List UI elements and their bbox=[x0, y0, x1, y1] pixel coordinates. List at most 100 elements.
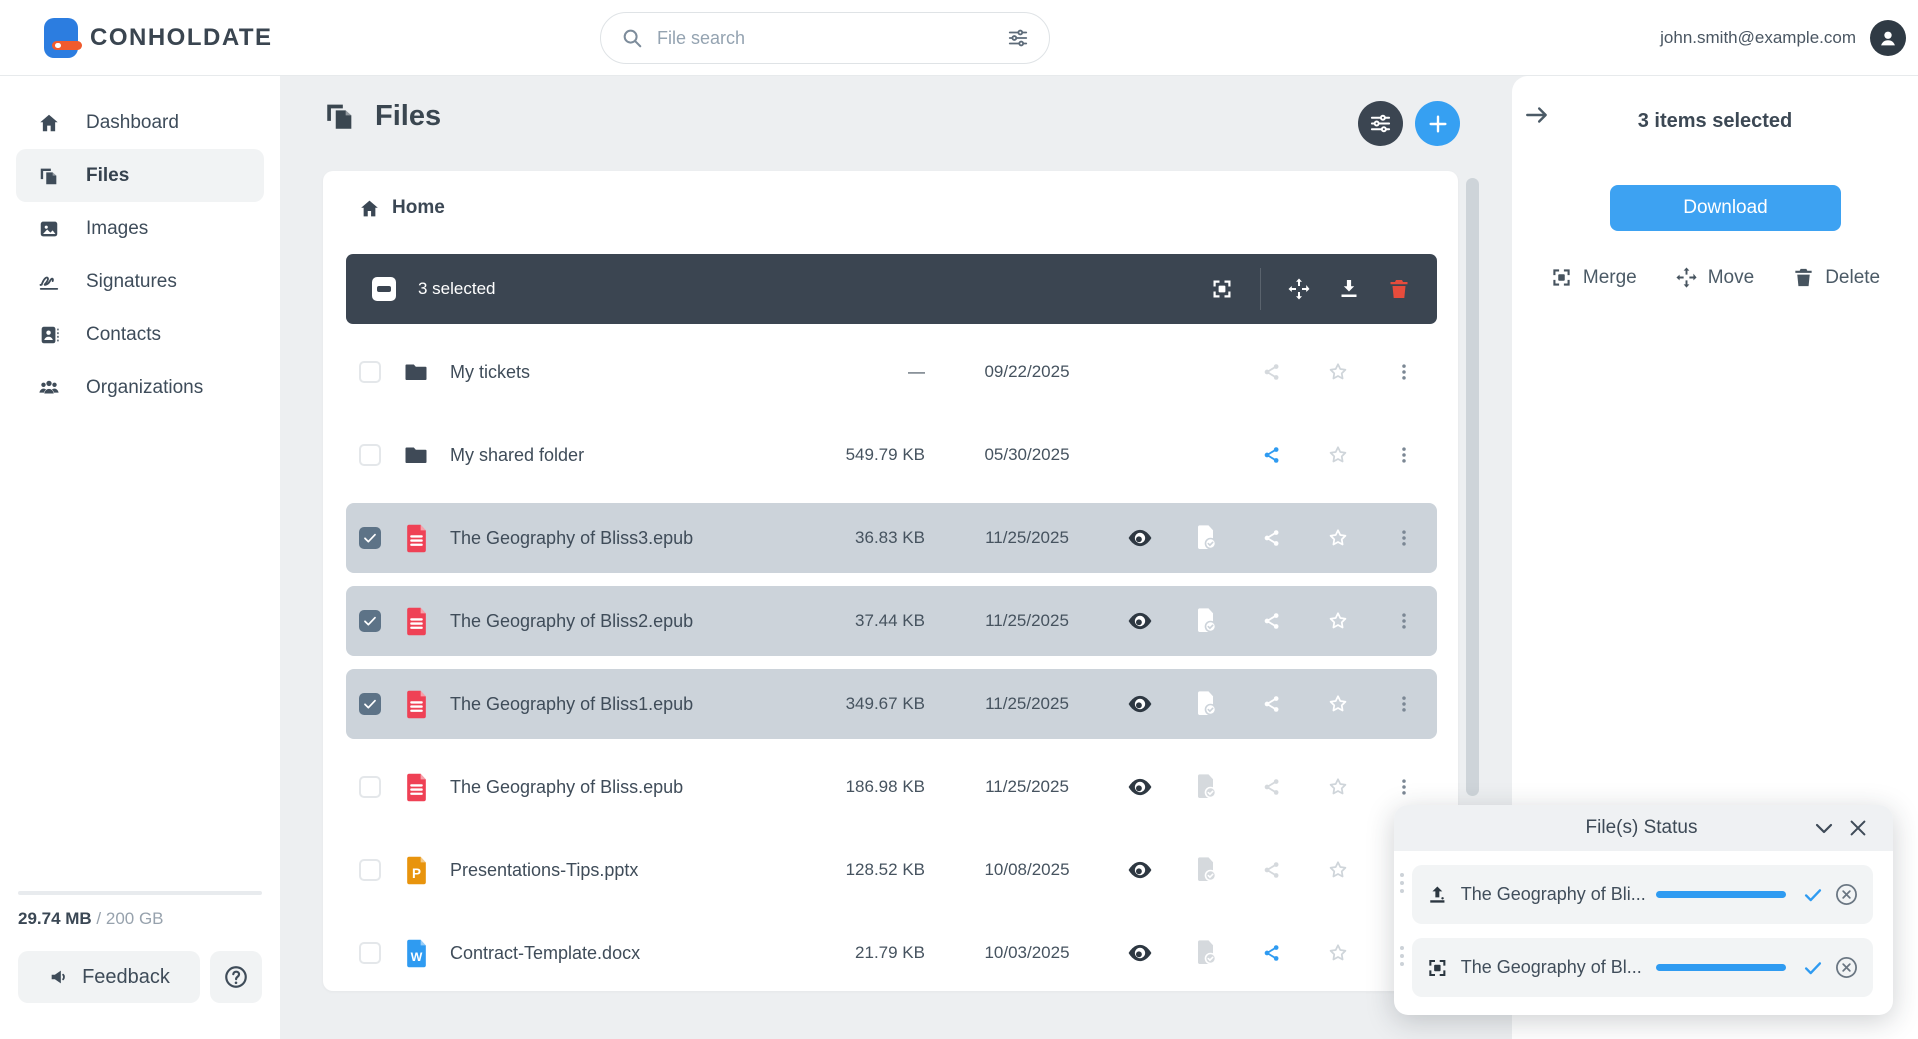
preview-button[interactable] bbox=[1107, 774, 1173, 800]
favorite-button[interactable] bbox=[1305, 361, 1371, 383]
file-name[interactable]: The Geography of Bliss1.epub bbox=[438, 694, 827, 715]
sidebar-item-signatures[interactable]: Signatures bbox=[0, 255, 280, 308]
drag-handle[interactable] bbox=[1400, 873, 1404, 877]
move-action[interactable]: Move bbox=[1675, 266, 1754, 289]
row-checkbox[interactable] bbox=[359, 776, 381, 798]
file-name[interactable]: The Geography of Bliss.epub bbox=[438, 777, 827, 798]
table-row[interactable]: Contract-Template.docx 21.79 KB 10/03/20… bbox=[346, 918, 1437, 988]
convert-button[interactable] bbox=[1173, 940, 1239, 966]
file-name[interactable]: My tickets bbox=[438, 362, 827, 383]
table-row[interactable]: My shared folder 549.79 KB 05/30/2025 bbox=[346, 420, 1437, 490]
file-name[interactable]: Presentations-Tips.pptx bbox=[438, 860, 827, 881]
brand-logo[interactable]: CONHOLDATE bbox=[44, 18, 273, 58]
preview-button[interactable] bbox=[1107, 608, 1173, 634]
file-size: 549.79 KB bbox=[827, 445, 947, 465]
list-scrollbar[interactable] bbox=[1466, 178, 1479, 796]
signature-icon bbox=[38, 271, 60, 293]
download-button[interactable]: Download bbox=[1610, 185, 1841, 231]
row-checkbox[interactable] bbox=[359, 361, 381, 383]
share-button[interactable] bbox=[1239, 694, 1305, 714]
share-button[interactable] bbox=[1239, 611, 1305, 631]
row-checkbox[interactable] bbox=[359, 527, 381, 549]
row-checkbox[interactable] bbox=[359, 859, 381, 881]
convert-button[interactable] bbox=[1173, 608, 1239, 634]
share-button[interactable] bbox=[1239, 528, 1305, 548]
table-row[interactable]: The Geography of Bliss.epub 186.98 KB 11… bbox=[346, 752, 1437, 822]
preview-button[interactable] bbox=[1107, 525, 1173, 551]
select-all-checkbox[interactable] bbox=[372, 277, 396, 301]
favorite-button[interactable] bbox=[1305, 610, 1371, 632]
breadcrumb-home[interactable]: Home bbox=[359, 197, 445, 219]
favorite-button[interactable] bbox=[1305, 444, 1371, 466]
favorite-button[interactable] bbox=[1305, 776, 1371, 798]
delete-action[interactable]: Delete bbox=[1792, 266, 1880, 289]
sidebar-item-organizations[interactable]: Organizations bbox=[0, 361, 280, 414]
row-menu-button[interactable] bbox=[1371, 445, 1437, 465]
favorite-button[interactable] bbox=[1305, 942, 1371, 964]
favorite-button[interactable] bbox=[1305, 693, 1371, 715]
row-menu-button[interactable] bbox=[1371, 528, 1437, 548]
merge-selected-button[interactable] bbox=[1210, 277, 1234, 301]
file-name[interactable]: The Geography of Bliss2.epub bbox=[438, 611, 827, 632]
megaphone-icon bbox=[48, 966, 70, 988]
share-button[interactable] bbox=[1239, 943, 1305, 963]
success-check-icon bbox=[1802, 884, 1824, 906]
dismiss-status-button[interactable] bbox=[1834, 882, 1859, 907]
search-filter-icon[interactable] bbox=[1007, 27, 1029, 49]
preview-button[interactable] bbox=[1107, 940, 1173, 966]
table-row[interactable]: My tickets — 09/22/2025 bbox=[346, 337, 1437, 407]
help-button[interactable] bbox=[210, 951, 262, 1003]
file-name[interactable]: My shared folder bbox=[438, 445, 827, 466]
preview-button[interactable] bbox=[1107, 691, 1173, 717]
favorite-button[interactable] bbox=[1305, 859, 1371, 881]
row-checkbox[interactable] bbox=[359, 693, 381, 715]
convert-button[interactable] bbox=[1173, 774, 1239, 800]
filter-button[interactable] bbox=[1358, 101, 1403, 146]
row-checkbox[interactable] bbox=[359, 610, 381, 632]
share-button[interactable] bbox=[1239, 777, 1305, 797]
sidebar-item-images[interactable]: Images bbox=[0, 202, 280, 255]
table-row[interactable]: Presentations-Tips.pptx 128.52 KB 10/08/… bbox=[346, 835, 1437, 905]
sidebar-item-contacts[interactable]: Contacts bbox=[0, 308, 280, 361]
share-button[interactable] bbox=[1239, 445, 1305, 465]
delete-selected-button[interactable] bbox=[1387, 277, 1411, 301]
favorite-button[interactable] bbox=[1305, 527, 1371, 549]
sidebar-item-dashboard[interactable]: Dashboard bbox=[0, 96, 280, 149]
row-checkbox[interactable] bbox=[359, 444, 381, 466]
popup-close-button[interactable] bbox=[1841, 811, 1875, 845]
add-button[interactable] bbox=[1415, 101, 1460, 146]
table-row[interactable]: The Geography of Bliss1.epub 349.67 KB 1… bbox=[346, 669, 1437, 739]
table-row[interactable]: The Geography of Bliss2.epub 37.44 KB 11… bbox=[346, 586, 1437, 656]
file-rows: My tickets — 09/22/2025 My shared folder… bbox=[346, 337, 1437, 991]
collapse-panel-button[interactable] bbox=[1524, 102, 1550, 128]
convert-button[interactable] bbox=[1173, 857, 1239, 883]
table-row[interactable]: The Geography of Bliss3.epub 36.83 KB 11… bbox=[346, 503, 1437, 573]
move-selected-button[interactable] bbox=[1287, 277, 1311, 301]
download-selected-button[interactable] bbox=[1337, 277, 1361, 301]
eye-icon bbox=[1127, 940, 1153, 966]
row-checkbox[interactable] bbox=[359, 942, 381, 964]
user-avatar[interactable] bbox=[1870, 20, 1906, 56]
file-list-card: Home 3 selected My tickets — 09/22/2025 bbox=[323, 171, 1458, 991]
share-button[interactable] bbox=[1239, 860, 1305, 880]
file-name[interactable]: Contract-Template.docx bbox=[438, 943, 827, 964]
drag-handle[interactable] bbox=[1400, 946, 1404, 950]
merge-action[interactable]: Merge bbox=[1550, 266, 1637, 289]
row-menu-button[interactable] bbox=[1371, 694, 1437, 714]
row-menu-button[interactable] bbox=[1371, 611, 1437, 631]
convert-button[interactable] bbox=[1173, 525, 1239, 551]
file-search-box[interactable] bbox=[600, 12, 1050, 64]
file-name[interactable]: The Geography of Bliss3.epub bbox=[438, 528, 827, 549]
sidebar-item-files[interactable]: Files bbox=[16, 149, 264, 202]
row-menu-button[interactable] bbox=[1371, 777, 1437, 797]
close-icon bbox=[1847, 817, 1869, 839]
convert-button[interactable] bbox=[1173, 691, 1239, 717]
row-menu-button[interactable] bbox=[1371, 362, 1437, 382]
preview-button[interactable] bbox=[1107, 857, 1173, 883]
share-button[interactable] bbox=[1239, 362, 1305, 382]
popup-minimize-button[interactable] bbox=[1807, 811, 1841, 845]
dismiss-status-button[interactable] bbox=[1834, 955, 1859, 980]
feedback-button[interactable]: Feedback bbox=[18, 951, 200, 1003]
search-input[interactable] bbox=[657, 28, 1007, 49]
file-check-icon bbox=[1194, 774, 1218, 800]
